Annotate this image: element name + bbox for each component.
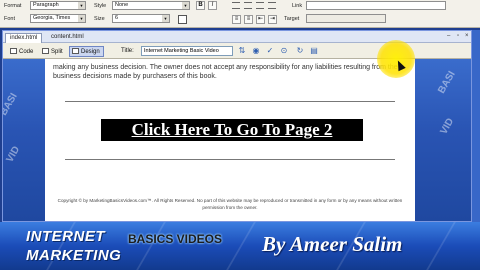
unordered-list-icon[interactable]: ≡ bbox=[232, 15, 241, 24]
split-view-button[interactable]: Split bbox=[39, 46, 67, 57]
cursor-highlight bbox=[377, 40, 415, 78]
banner-stripe bbox=[136, 222, 166, 270]
outdent-icon[interactable]: ⇤ bbox=[256, 15, 265, 24]
title-label: Title: bbox=[121, 48, 134, 54]
properties-panel: Format Paragraph ▼ Style None ▼ B I Link F… bbox=[0, 0, 480, 28]
left-watermark: VID bbox=[4, 144, 23, 165]
left-side-image: BASI VID bbox=[3, 59, 45, 221]
banner-stripe bbox=[426, 222, 456, 270]
banner-basics-videos: BASICS VIDEOS bbox=[128, 232, 223, 246]
split-icon bbox=[42, 48, 49, 55]
design-canvas[interactable]: BASI VID making any business decision. T… bbox=[3, 59, 471, 221]
banner-internet: INTERNET bbox=[26, 228, 105, 245]
banner-byline: By Ameer Salim bbox=[262, 232, 403, 256]
right-watermark: BASI bbox=[436, 69, 458, 96]
banner-marketing: MARKETING bbox=[26, 247, 122, 264]
right-window-edge bbox=[472, 30, 480, 222]
validate-icon[interactable]: ⊙ bbox=[279, 46, 289, 56]
format-select[interactable]: Paragraph ▼ bbox=[30, 1, 86, 10]
tab-content-html[interactable]: content.html bbox=[47, 33, 88, 43]
target-label: Target bbox=[284, 16, 300, 22]
chevron-down-icon: ▼ bbox=[78, 15, 85, 22]
ordered-list-icon[interactable]: ≡ bbox=[244, 15, 253, 24]
target-select[interactable] bbox=[306, 14, 386, 23]
divider-line bbox=[65, 159, 395, 160]
divider-line bbox=[65, 101, 395, 102]
marketing-banner: INTERNET MARKETING BASICS VIDEOS By Amee… bbox=[0, 222, 480, 270]
indent-icon[interactable]: ⇥ bbox=[268, 15, 277, 24]
align-right-icon[interactable] bbox=[256, 2, 264, 9]
style-select[interactable]: None ▼ bbox=[112, 1, 190, 10]
size-select[interactable]: 6 ▼ bbox=[112, 14, 170, 23]
close-icon[interactable]: × bbox=[465, 33, 471, 39]
design-view-button[interactable]: Design bbox=[69, 46, 104, 57]
minimize-icon[interactable]: – bbox=[447, 33, 453, 39]
file-management-icon[interactable]: ⇅ bbox=[237, 46, 247, 56]
restore-icon[interactable]: ▫ bbox=[457, 33, 463, 39]
font-label: Font bbox=[4, 16, 16, 22]
view-options-icon[interactable]: ▤ bbox=[309, 46, 319, 56]
right-side-image: BASI VID bbox=[415, 59, 471, 221]
refresh-icon[interactable]: ↻ bbox=[295, 46, 305, 56]
disclaimer-text: making any business decision. The owner … bbox=[53, 64, 398, 80]
text-color-swatch[interactable] bbox=[178, 15, 187, 24]
design-icon bbox=[72, 48, 79, 55]
banner-stripe bbox=[226, 222, 256, 270]
italic-button[interactable]: I bbox=[208, 1, 217, 10]
align-center-icon[interactable] bbox=[244, 2, 252, 9]
chevron-down-icon: ▼ bbox=[162, 15, 169, 22]
font-select[interactable]: Georgia, Times ▼ bbox=[30, 14, 86, 23]
link-field[interactable] bbox=[306, 1, 446, 10]
align-justify-icon[interactable] bbox=[268, 2, 276, 9]
chevron-down-icon: ▼ bbox=[78, 2, 85, 9]
code-view-button[interactable]: Code bbox=[7, 46, 37, 57]
align-left-icon[interactable] bbox=[232, 2, 240, 9]
preview-browser-icon[interactable]: ◉ bbox=[251, 46, 261, 56]
code-icon bbox=[10, 48, 17, 55]
style-label: Style bbox=[94, 3, 107, 9]
check-page-icon[interactable]: ✓ bbox=[265, 46, 275, 56]
copyright-text: Copyright © by MarketingBasicsVideos.com… bbox=[57, 198, 403, 210]
left-watermark: BASI bbox=[3, 91, 20, 118]
link-label: Link bbox=[292, 3, 303, 9]
title-input[interactable]: Internet Marketing Basic Video bbox=[141, 46, 233, 56]
bold-button[interactable]: B bbox=[196, 1, 205, 10]
right-watermark: VID bbox=[438, 116, 457, 137]
chevron-down-icon: ▼ bbox=[182, 2, 189, 9]
format-label: Format bbox=[4, 3, 22, 9]
size-label: Size bbox=[94, 16, 105, 22]
tab-index-html[interactable]: index.html bbox=[5, 33, 43, 43]
next-page-link[interactable]: Click Here To Go To Page 2 bbox=[101, 119, 363, 141]
page-content: making any business decision. The owner … bbox=[45, 59, 415, 221]
